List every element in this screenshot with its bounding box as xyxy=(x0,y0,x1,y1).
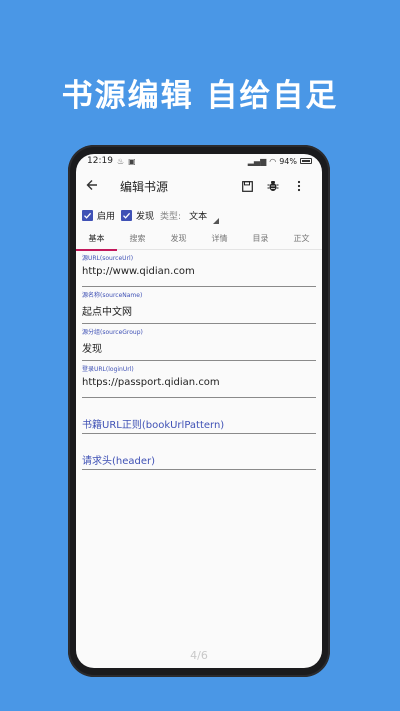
field-value: https://passport.qidian.com xyxy=(82,377,220,388)
form: 源URL(sourceUrl) http://www.qidian.com 源名… xyxy=(76,251,322,470)
more-vert-icon[interactable] xyxy=(286,180,312,192)
phone-frame: 12:19 ♨ ▣ ▂▄▆ ◠ 94% 编辑书源 启用 发现 类型: 文本 基本… xyxy=(68,145,330,677)
tab-basic[interactable]: 基本 xyxy=(76,228,117,251)
tab-content[interactable]: 正文 xyxy=(281,228,322,250)
source-name-field[interactable]: 源名称(sourceName) 起点中文网 xyxy=(82,288,316,324)
tab-search[interactable]: 搜索 xyxy=(117,228,158,250)
discover-label: 发现 xyxy=(136,211,155,222)
field-placeholder: 书籍URL正则(bookUrlPattern) xyxy=(82,420,225,431)
field-label: 登录URL(loginUrl) xyxy=(82,366,134,373)
app-toolbar: 编辑书源 xyxy=(76,168,322,204)
tab-toc[interactable]: 目录 xyxy=(240,228,281,250)
notification-icon: ♨ xyxy=(116,156,125,166)
type-select[interactable]: 文本 xyxy=(189,209,220,224)
field-value: http://www.qidian.com xyxy=(82,266,195,277)
source-url-field[interactable]: 源URL(sourceUrl) http://www.qidian.com xyxy=(82,251,316,287)
type-label: 类型: xyxy=(160,211,182,222)
source-group-field[interactable]: 源分组(sourceGroup) 发现 xyxy=(82,325,316,361)
field-label: 源分组(sourceGroup) xyxy=(82,329,143,336)
field-value: 起点中文网 xyxy=(82,307,132,318)
status-bar: 12:19 ♨ ▣ ▂▄▆ ◠ 94% xyxy=(76,154,322,168)
discover-checkbox[interactable]: 发现 xyxy=(121,209,154,222)
tab-bar: 基本 搜索 发现 详情 目录 正文 xyxy=(76,228,322,251)
enable-label: 启用 xyxy=(97,211,116,222)
header-field[interactable]: 请求头(header) xyxy=(82,435,316,470)
bug-icon[interactable] xyxy=(260,180,286,192)
battery-percent: 94% xyxy=(279,156,297,166)
wifi-icon: ◠ xyxy=(269,156,277,166)
save-icon[interactable] xyxy=(234,180,260,192)
headline: 书源编辑 自给自足 xyxy=(61,78,339,114)
page-indicator: 4/6 xyxy=(190,649,208,662)
login-url-field[interactable]: 登录URL(loginUrl) https://passport.qidian.… xyxy=(82,362,316,398)
enable-checkbox[interactable]: 启用 xyxy=(82,209,115,222)
phone-screen: 12:19 ♨ ▣ ▂▄▆ ◠ 94% 编辑书源 启用 发现 类型: 文本 基本… xyxy=(76,154,322,668)
tab-discover[interactable]: 发现 xyxy=(158,228,199,250)
arrow-left-icon[interactable] xyxy=(86,177,114,195)
field-label: 源URL(sourceUrl) xyxy=(82,255,134,262)
checkbox-checked-icon xyxy=(121,209,133,221)
book-url-pattern-field[interactable]: 书籍URL正则(bookUrlPattern) xyxy=(82,399,316,434)
page-title: 编辑书源 xyxy=(120,179,169,194)
image-icon: ▣ xyxy=(128,156,136,166)
battery-icon xyxy=(300,158,312,164)
checkbox-checked-icon xyxy=(82,209,93,221)
tab-detail[interactable]: 详情 xyxy=(199,228,240,250)
field-value: 发现 xyxy=(82,344,102,355)
field-placeholder: 请求头(header) xyxy=(82,456,156,467)
field-label: 源名称(sourceName) xyxy=(82,292,143,299)
options-row: 启用 发现 类型: 文本 xyxy=(76,204,322,226)
signal-icon: ▂▄▆ xyxy=(247,156,267,166)
status-time: 12:19 xyxy=(87,156,113,166)
